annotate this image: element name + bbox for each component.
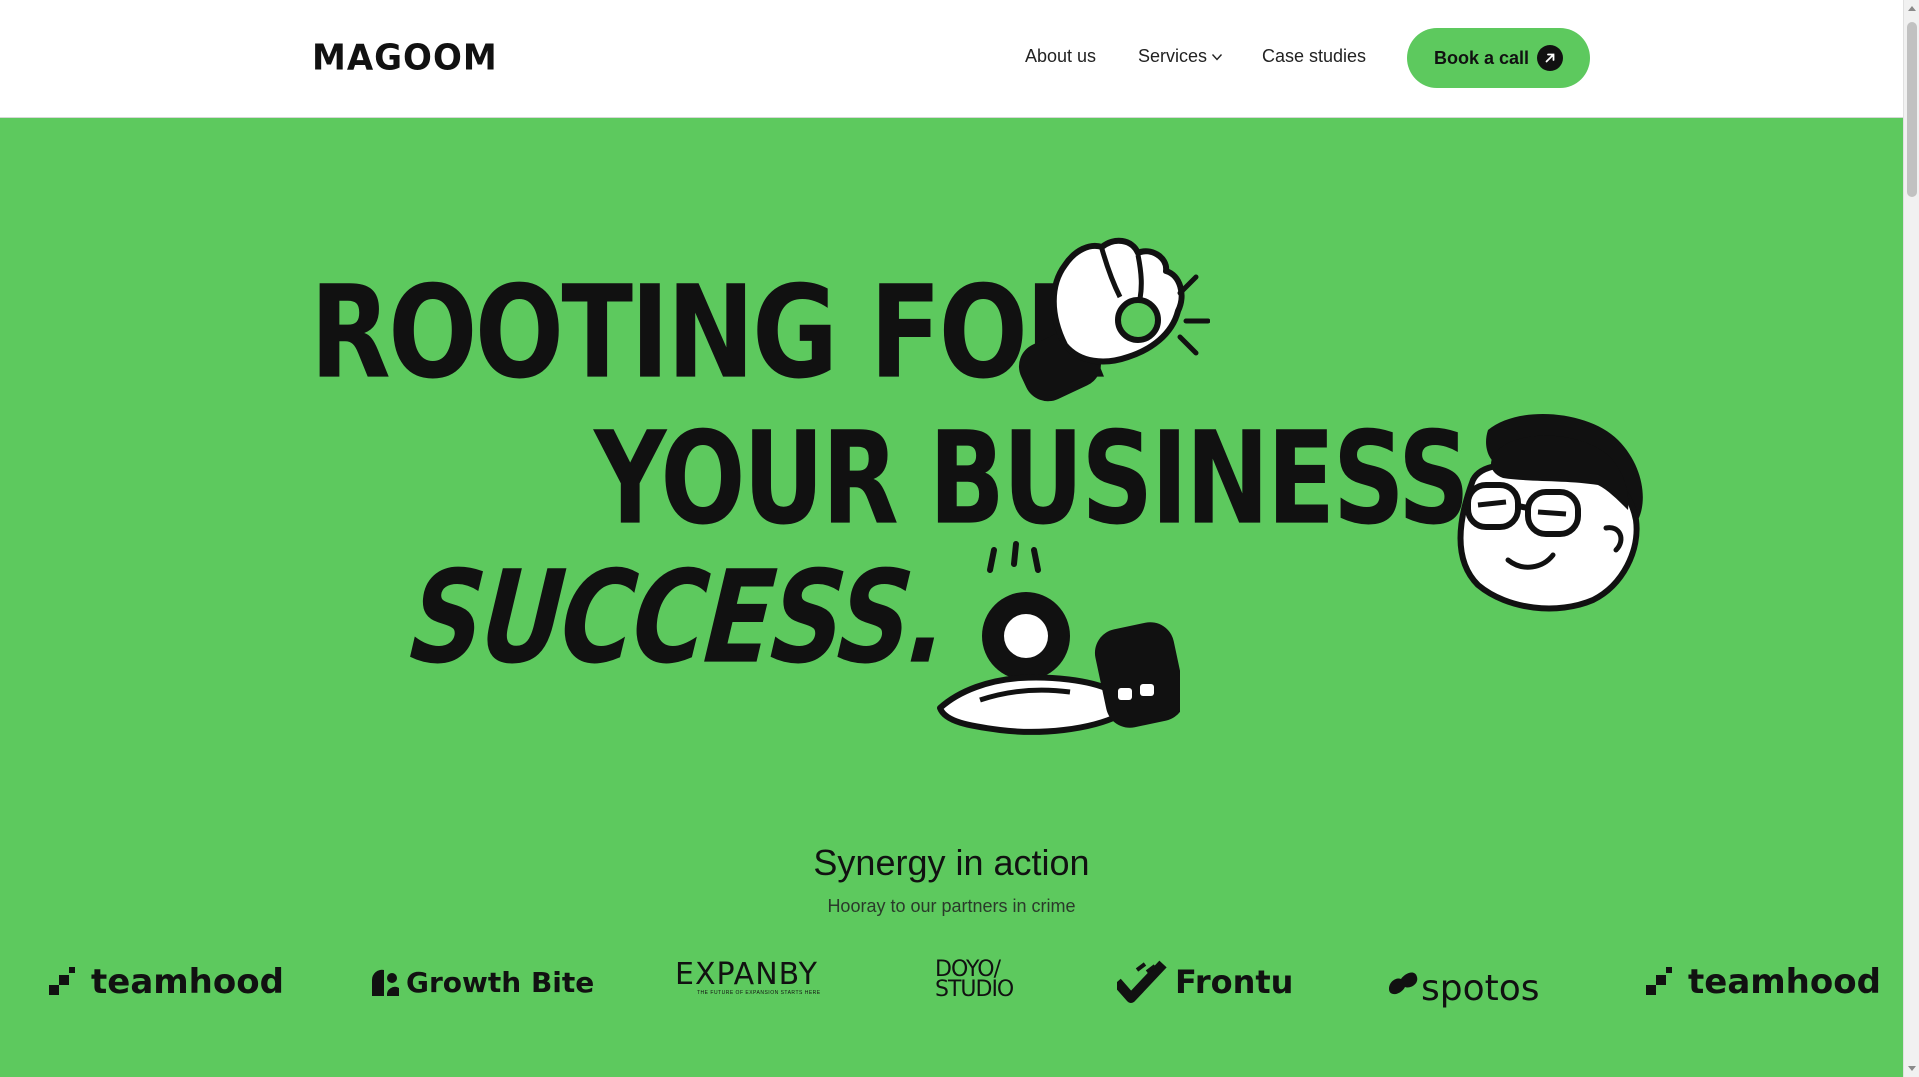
partner-logo-growth-bite: Growth Bite — [370, 966, 594, 999]
page-scrollbar[interactable] — [1903, 0, 1919, 1077]
partner-logo-expanby: EXPANBY THE FUTURE OF EXPANSION STARTS H… — [675, 957, 821, 997]
partner-name: teamhood — [1688, 962, 1881, 1002]
synergy-subtitle: Hooray to our partners in crime — [827, 896, 1076, 916]
hero-headline-line-2: YOUR BUSINESS — [594, 404, 1470, 554]
partner-name: spotos — [1421, 968, 1540, 1009]
hero-headline-line-3: SUCCESS. — [405, 543, 952, 693]
frontu-logo-icon — [1117, 960, 1167, 1003]
nav-services[interactable]: Services — [1138, 46, 1223, 67]
synergy-title: Synergy in action — [813, 842, 1090, 883]
partner-name: Frontu — [1175, 963, 1294, 1001]
nav-cases-label: Case studies — [1262, 46, 1367, 66]
partner-logo-spotos: spotos — [1385, 958, 1540, 1009]
logo-text: MAGOOM — [312, 37, 498, 79]
nav-case-studies[interactable]: Case studies — [1262, 46, 1366, 67]
scroll-down-arrow-icon[interactable] — [1908, 1066, 1916, 1071]
teamhood-logo-icon — [49, 967, 75, 995]
nav-about-label: About us — [1025, 46, 1097, 66]
partner-name: teamhood — [91, 962, 284, 1002]
book-a-call-label: Book a call — [1434, 47, 1530, 68]
hand-holding-ball-illustration — [937, 541, 1180, 735]
growthbite-logo-icon — [371, 969, 399, 996]
nav-about-us[interactable]: About us — [1025, 46, 1096, 67]
partner-logo-frontu: Frontu — [1117, 960, 1293, 1004]
site-header: MAGOOM About us Services Case studies Bo… — [0, 0, 1903, 118]
partner-logo-doyo-studio: DOYO/ STUDIO — [935, 959, 1014, 1002]
partner-name: Growth Bite — [406, 966, 595, 999]
magoom-logo[interactable]: MAGOOM — [312, 37, 498, 79]
nav-services-label: Services — [1138, 46, 1208, 66]
partner-name: EXPANBY — [675, 957, 818, 992]
book-a-call-button[interactable]: Book a call — [1407, 28, 1590, 88]
hero-headline-line-1: ROOTING FOR — [310, 258, 1106, 408]
chevron-down-icon — [1212, 53, 1223, 61]
scrollbar-thumb[interactable] — [1907, 22, 1917, 197]
partner-logo-teamhood: teamhood — [49, 962, 284, 1002]
teamhood-logo-icon — [1646, 967, 1672, 995]
spotos-logo-icon — [1389, 972, 1418, 994]
partner-name-bottom: STUDIO — [935, 977, 1014, 1002]
smiling-face-illustration — [1457, 413, 1643, 612]
partner-logo-teamhood-repeat: teamhood — [1646, 962, 1881, 1002]
arrow-up-right-icon — [1537, 45, 1563, 71]
scroll-up-arrow-icon[interactable] — [1908, 6, 1916, 11]
partner-tagline: THE FUTURE OF EXPANSION STARTS HERE — [697, 990, 821, 996]
ok-hand-illustration — [1018, 237, 1210, 402]
